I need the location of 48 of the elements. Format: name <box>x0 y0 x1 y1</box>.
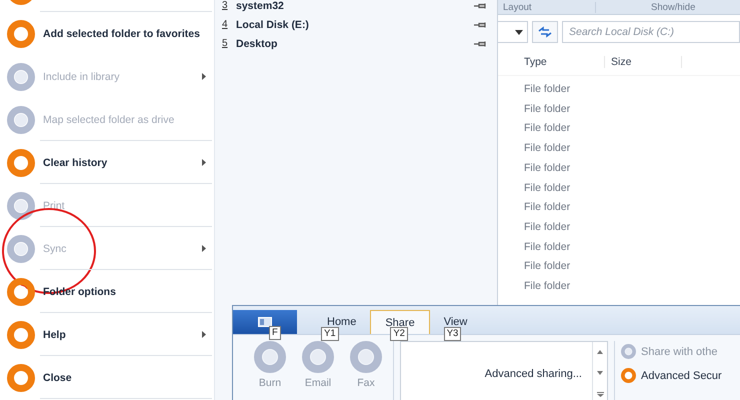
access-key-number: 4 <box>222 19 229 30</box>
recent-place[interactable]: system32 <box>236 0 284 12</box>
group-label: Show/hide <box>650 2 696 12</box>
caret-icon <box>515 30 523 34</box>
table-cell-text: File folder <box>524 121 572 136</box>
group-label: Layout <box>498 2 596 12</box>
column-header[interactable]: Type <box>498 56 605 68</box>
scroll-down-icon[interactable] <box>597 370 603 375</box>
refresh-icon <box>538 26 552 38</box>
dropdown-button[interactable] <box>498 21 528 43</box>
menu-item[interactable]: Clear history <box>43 156 108 168</box>
list-item[interactable]: Advanced sharing... <box>484 368 582 380</box>
menu-item[interactable]: Close <box>43 372 72 384</box>
pin-icon[interactable] <box>474 22 487 28</box>
table-cell-text: File folder <box>524 220 572 235</box>
table-cell-text: File folder <box>524 180 572 196</box>
key-tip: Y3 <box>444 327 462 341</box>
pin-icon[interactable] <box>474 40 487 46</box>
table-cell-text: File folder <box>524 141 572 156</box>
disc-icon <box>350 341 382 373</box>
menu-item[interactable]: Help <box>43 328 66 340</box>
table-cell-text: File folder <box>524 279 572 294</box>
access-key-number: 5 <box>222 38 229 49</box>
key-tip: F <box>269 326 281 340</box>
table-cell-text: File folder <box>524 160 572 176</box>
refresh-button[interactable] <box>532 21 558 43</box>
share-list-box[interactable]: Advanced sharing... <box>400 341 608 400</box>
access-key-number: 3 <box>222 0 229 11</box>
menu-item[interactable]: Add selected folder to favorites <box>43 28 200 40</box>
file-tab[interactable] <box>233 310 297 334</box>
table-cell-text: File folder <box>524 240 572 255</box>
column-header[interactable]: Size <box>605 56 682 68</box>
key-tip: Y1 <box>321 327 339 341</box>
ribbon-option[interactable]: Advanced Secur <box>621 368 722 383</box>
disc-icon <box>254 341 286 373</box>
disc-icon <box>302 341 334 373</box>
table-cell-text: File folder <box>524 102 572 117</box>
recent-place[interactable]: Local Disk (E:) <box>236 18 309 30</box>
recent-place[interactable]: Desktop <box>236 38 278 50</box>
search-field[interactable]: Search Local Disk (C:) <box>562 21 740 43</box>
pin-icon[interactable] <box>474 2 487 8</box>
expand-icon[interactable] <box>596 392 604 397</box>
table-cell-text: File folder <box>524 259 572 274</box>
scroll-up-icon[interactable] <box>597 350 603 354</box>
table-cell-text: File folder <box>524 200 572 216</box>
key-tip: Y2 <box>390 327 408 341</box>
window-icon <box>258 317 272 327</box>
table-cell-text: File folder <box>524 82 572 97</box>
